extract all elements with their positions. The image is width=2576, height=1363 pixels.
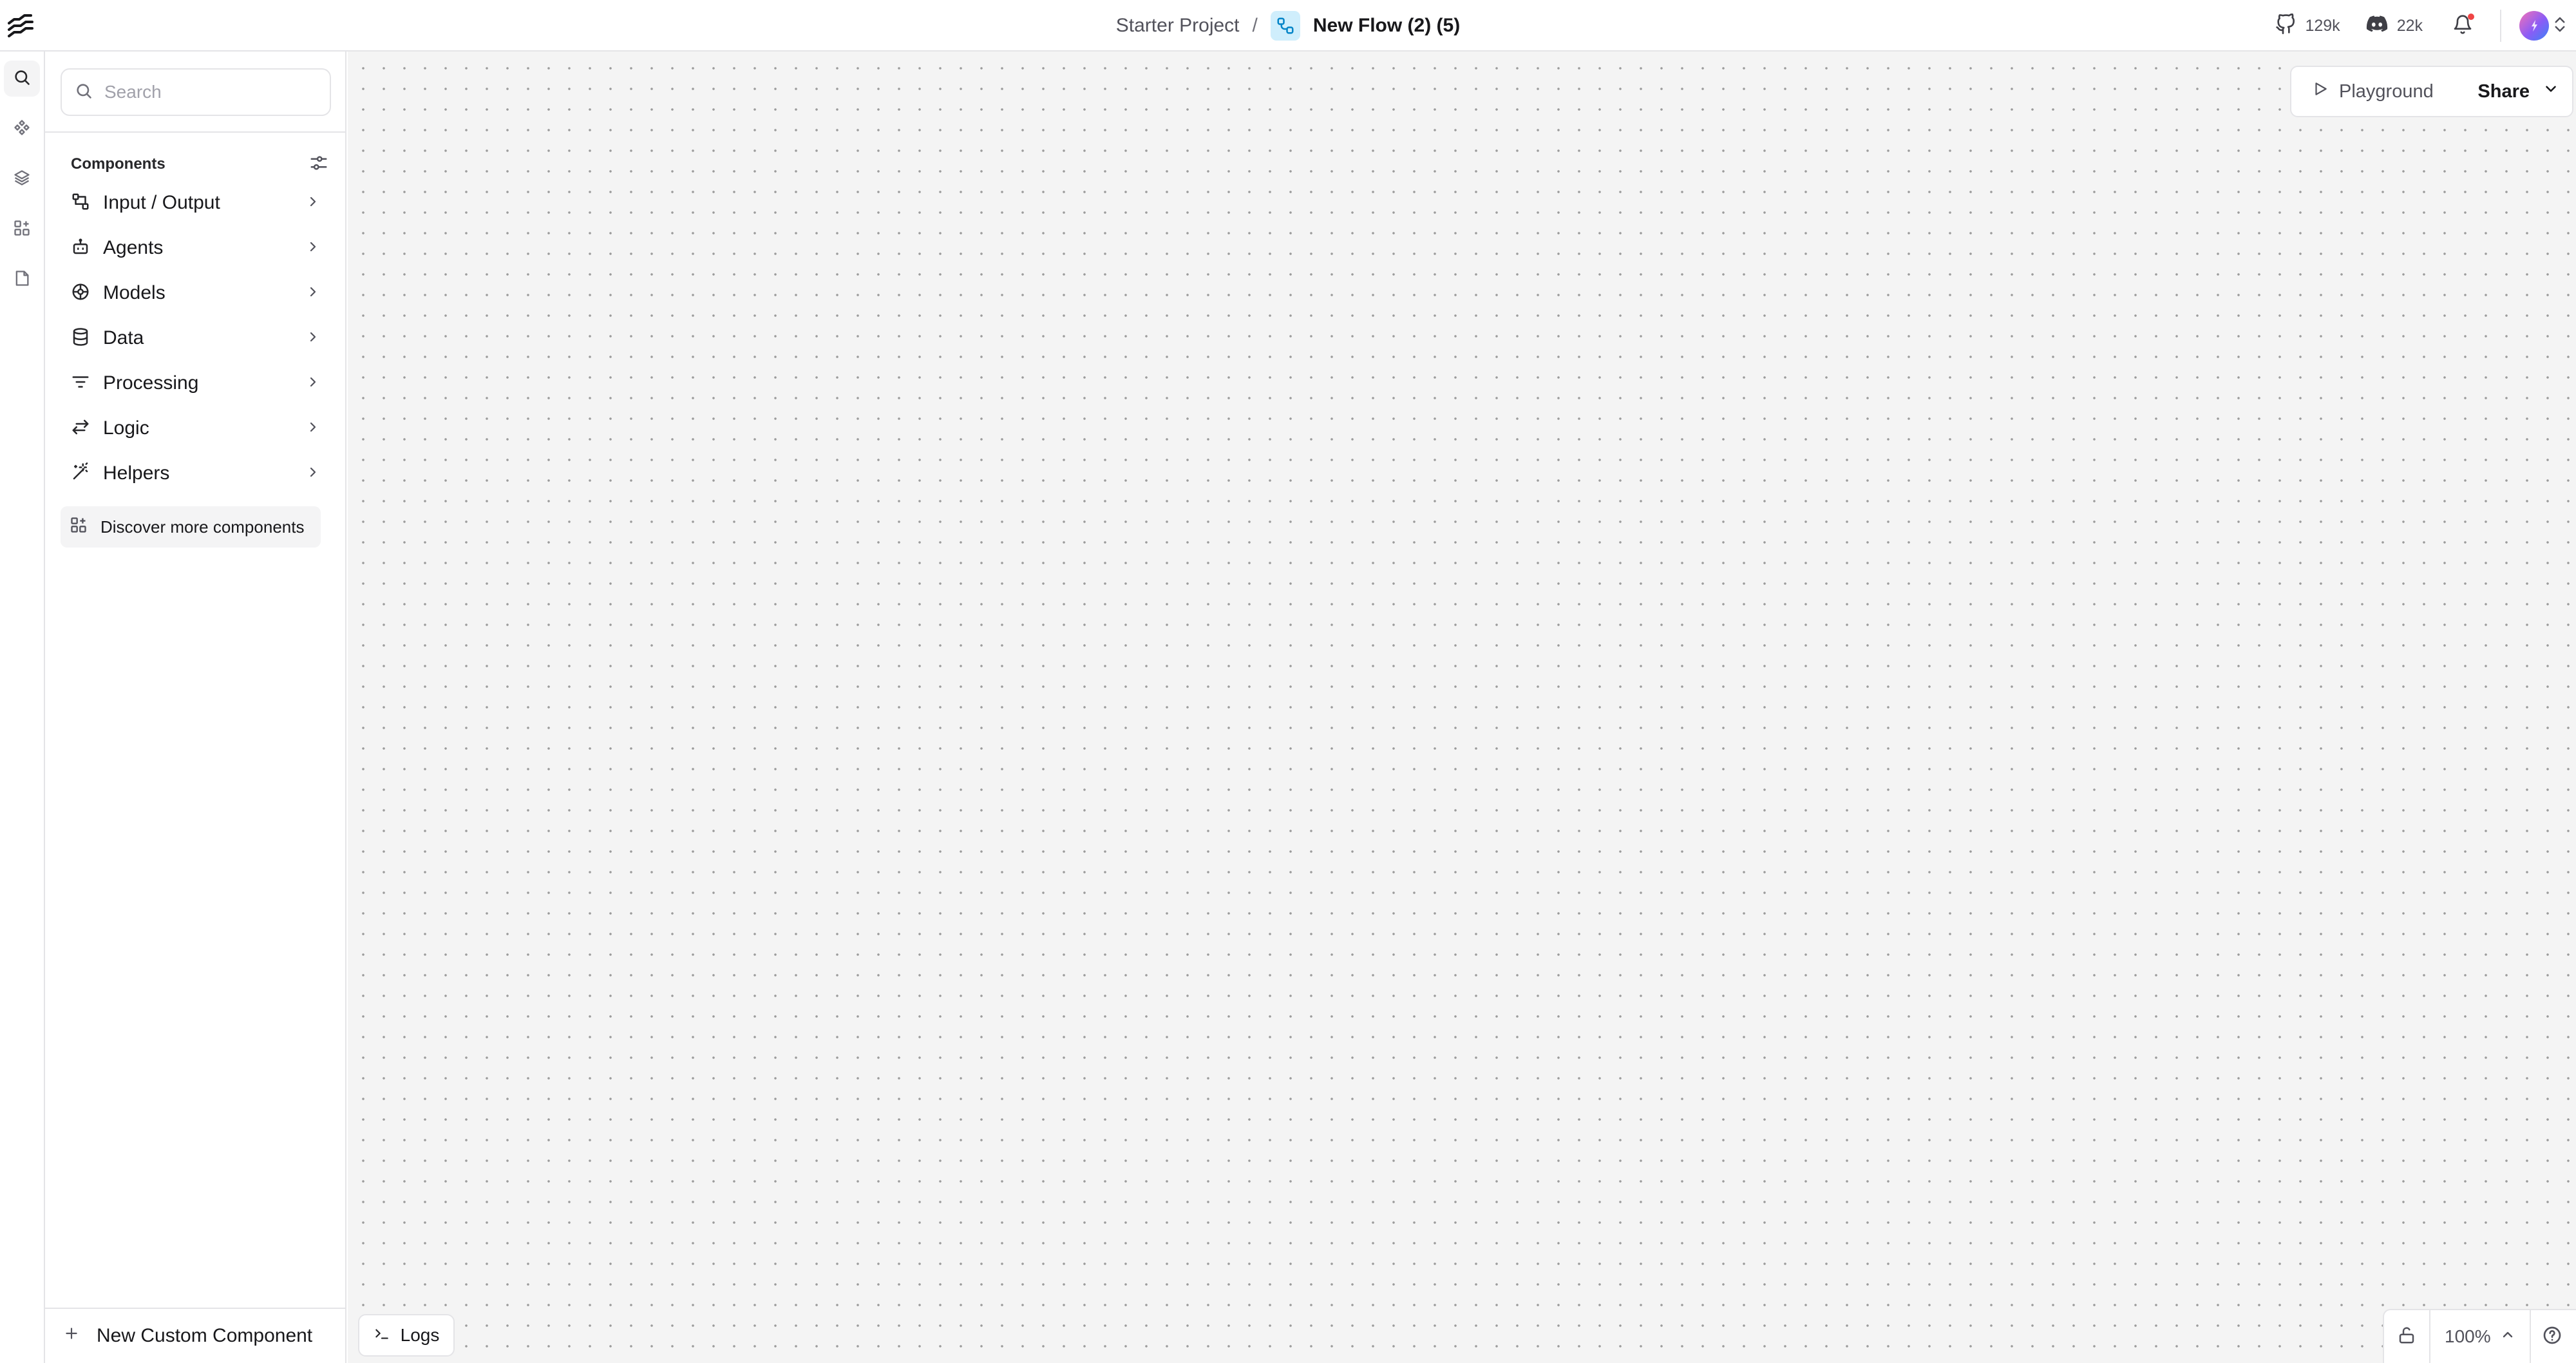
discord-link[interactable]: 22k [2366, 15, 2423, 37]
chevron-right-icon [305, 194, 321, 213]
store-icon [70, 516, 88, 539]
discord-icon [2366, 15, 2388, 37]
new-custom-component-label: New Custom Component [97, 1325, 313, 1346]
flow-canvas[interactable]: Playground Share Logs 100% [348, 52, 2576, 1363]
github-stars-link[interactable]: 129k [2275, 13, 2340, 39]
list-filter-icon [71, 372, 90, 395]
github-stars-count: 129k [2305, 16, 2340, 35]
logs-label: Logs [400, 1325, 440, 1345]
share-button[interactable]: Share [2477, 81, 2559, 102]
canvas-controls: 100% [2383, 1309, 2576, 1363]
input-output-icon [71, 192, 90, 214]
chevron-up-icon [2500, 1326, 2515, 1347]
lock-canvas-button[interactable] [2384, 1310, 2429, 1363]
flow-icon [1270, 11, 1300, 41]
flow-name[interactable]: New Flow (2) (5) [1313, 15, 1460, 37]
help-circle-icon [2542, 1325, 2562, 1349]
chevron-right-icon [305, 464, 321, 483]
plus-icon [63, 1325, 80, 1347]
left-rail [0, 52, 45, 1363]
breadcrumb-project[interactable]: Starter Project [1116, 15, 1240, 37]
category-label: Logic [103, 417, 149, 439]
github-icon [2275, 13, 2296, 39]
breadcrumb-separator: / [1252, 15, 1258, 36]
play-icon [2312, 81, 2329, 102]
rail-search-button[interactable] [4, 61, 40, 97]
chevron-down-icon [2543, 81, 2559, 102]
category-processing[interactable]: Processing [63, 363, 328, 403]
category-agents[interactable]: Agents [63, 228, 328, 268]
new-custom-component-button[interactable]: New Custom Component [45, 1308, 345, 1363]
chevron-right-icon [305, 419, 321, 438]
components-title: Components [71, 155, 166, 173]
category-input-output[interactable]: Input / Output [63, 183, 328, 223]
terminal-icon [374, 1325, 390, 1346]
search-icon [75, 82, 93, 103]
category-logic[interactable]: Logic [63, 408, 328, 448]
rail-docs-button[interactable] [4, 262, 40, 298]
notifications-button[interactable] [2448, 12, 2477, 40]
database-icon [71, 327, 90, 350]
breadcrumb: Starter Project / New Flow (2) (5) [0, 0, 2576, 52]
share-label: Share [2477, 81, 2530, 102]
zoom-level: 100% [2445, 1326, 2491, 1346]
rail-bundles-button[interactable] [4, 161, 40, 197]
user-avatar[interactable] [2519, 11, 2549, 41]
category-label: Data [103, 327, 144, 348]
category-data[interactable]: Data [63, 318, 328, 358]
search-box[interactable]: / [61, 68, 366, 116]
unlock-icon [2397, 1326, 2416, 1348]
discover-more-components-button[interactable]: Discover more components [61, 506, 321, 548]
discover-label: Discover more components [100, 517, 305, 537]
notification-dot [2468, 14, 2474, 20]
bundles-icon [13, 169, 31, 190]
playground-label: Playground [2339, 81, 2434, 102]
category-label: Processing [103, 372, 199, 394]
category-models[interactable]: Models [63, 273, 328, 313]
help-button[interactable] [2531, 1310, 2573, 1363]
components-section-header: Components [71, 148, 328, 180]
chevron-right-icon [305, 374, 321, 393]
category-helpers[interactable]: Helpers [63, 453, 328, 493]
category-label: Agents [103, 237, 164, 258]
category-label: Models [103, 282, 166, 303]
components-sidebar: / Components Input / Output Agents Model… [45, 52, 366, 1363]
logs-button[interactable]: Logs [358, 1314, 455, 1357]
sliders-icon[interactable] [309, 153, 328, 176]
app-header: Starter Project / New Flow (2) (5) 129k [0, 0, 2576, 52]
rail-components-button[interactable] [4, 111, 40, 147]
playground-button[interactable]: Playground [2312, 81, 2434, 102]
chevron-right-icon [305, 284, 321, 303]
canvas-actions: Playground Share [2290, 66, 2573, 117]
document-icon [13, 269, 31, 291]
bot-icon [71, 237, 90, 260]
chevrons-up-down-icon[interactable] [2553, 15, 2567, 37]
search-icon [13, 68, 31, 90]
components-icon [13, 119, 31, 140]
sidebar-divider [45, 131, 345, 133]
zoom-control[interactable]: 100% [2430, 1310, 2530, 1363]
arrow-left-right-icon [71, 417, 90, 440]
header-divider [2500, 10, 2501, 42]
discord-count: 22k [2396, 16, 2423, 35]
category-label: Input / Output [103, 192, 220, 213]
brain-icon [71, 282, 90, 305]
chevron-right-icon [305, 239, 321, 258]
chevron-right-icon [305, 329, 321, 348]
search-input[interactable] [104, 82, 337, 102]
category-label: Helpers [103, 462, 170, 484]
store-icon [13, 219, 31, 240]
wand-icon [71, 462, 90, 485]
header-actions: 129k 22k [2275, 0, 2576, 52]
rail-store-button[interactable] [4, 211, 40, 247]
